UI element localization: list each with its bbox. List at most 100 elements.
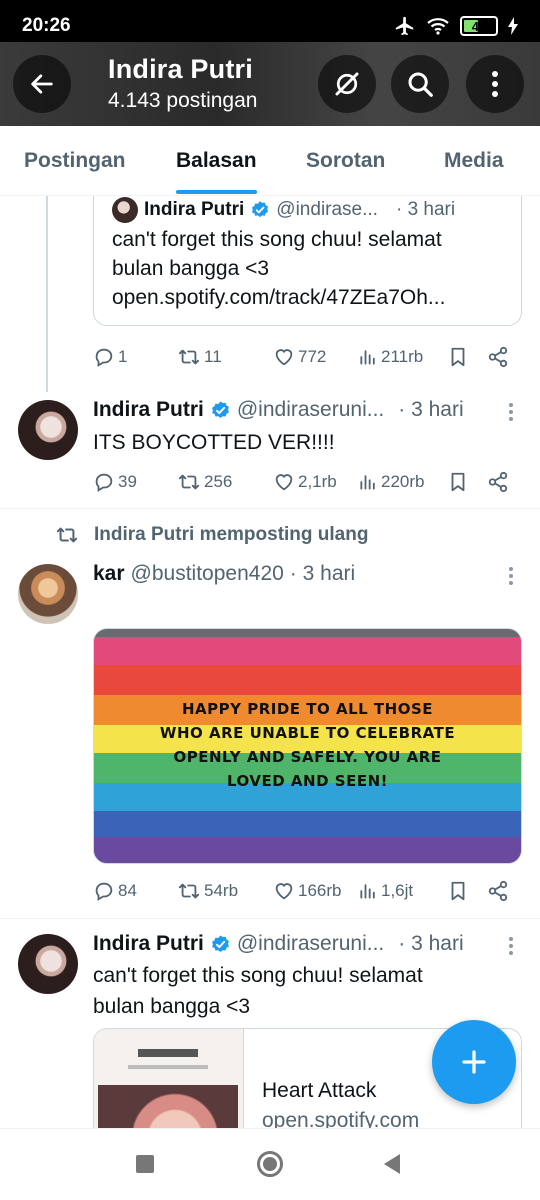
tweet-more-button[interactable] [508,936,514,956]
views-chart-icon [360,350,375,365]
tweet-image[interactable]: HAPPY PRIDE TO ALL THOSE WHO ARE UNABLE … [93,628,522,864]
heart-icon [275,349,293,366]
retweet-count: 11 [204,347,222,366]
tweet-text: can't forget this song chuu! selamat bul… [93,960,513,1022]
view-count: 211rb [381,347,424,366]
views-button[interactable]: 220rb [358,471,424,493]
text-line: can't forget this song chuu! selamat [112,228,442,251]
grok-button[interactable] [318,55,376,113]
views-button[interactable]: 1,6jt [358,880,413,902]
author-name: Indira Putri [144,199,245,220]
author-handle: @bustitopen420 [130,562,284,585]
tweet-header: Indira Putri @indiraseruni... · 3 hari [93,398,464,422]
avatar [112,197,138,223]
like-count: 2,1rb [298,472,337,491]
battery-level: 42 [471,18,487,34]
tab-label: Balasan [176,149,257,172]
flag-stripe [94,665,521,695]
post-count: 4.143 postingan [108,89,258,112]
reply-button[interactable]: 39 [93,471,137,493]
text-line: can't forget this song chuu! selamat [93,964,423,987]
tab-label: Postingan [24,149,126,172]
divider [0,918,540,919]
bookmark-button[interactable] [447,470,469,494]
author-handle: @indirase... [276,199,378,220]
verified-badge-icon [250,200,270,220]
bookmark-button[interactable] [447,345,469,369]
reply-button[interactable]: 1 [93,346,127,368]
like-button[interactable]: 166rb [273,880,341,902]
arrow-left-icon [31,74,53,94]
status-time: 20:26 [22,15,71,36]
replies-feed[interactable]: Indira Putri @indirase... · 3 hari can't… [0,196,540,1128]
bookmark-icon [451,881,465,901]
share-button[interactable] [487,880,509,902]
compose-button[interactable] [432,1020,516,1104]
home-button[interactable] [257,1151,283,1177]
heart-icon [275,883,293,900]
grok-icon [335,72,359,96]
retweet-context: Indira Putri memposting ulang [54,524,368,546]
image-caption: HAPPY PRIDE TO ALL THOSE WHO ARE UNABLE … [94,697,521,793]
more-vertical-icon [509,937,513,955]
views-button[interactable]: 211rb [358,346,423,368]
image-text-line: WHO ARE UNABLE TO CELEBRATE [159,724,456,742]
airplane-icon [395,16,414,36]
author-name[interactable]: Indira Putri [93,398,204,422]
quoted-tweet-card[interactable]: Indira Putri @indirase... · 3 hari can't… [93,196,522,326]
album-cover-text [128,1065,208,1069]
bookmark-icon [451,347,465,367]
view-count: 1,6jt [381,881,414,900]
avatar[interactable] [18,934,78,994]
quoted-tweet-text: can't forget this song chuu! selamat bul… [112,225,512,312]
retweet-context-label[interactable]: Indira Putri memposting ulang [94,524,368,546]
tab-sorotan[interactable]: Sorotan [306,126,385,196]
tweet-header: kar @bustitopen420 · 3 hari [93,562,355,586]
back-triangle-button[interactable] [382,1153,402,1175]
flag-stripe [94,811,521,837]
reply-button[interactable]: 84 [93,880,137,902]
retweet-icon [178,474,200,490]
author-name[interactable]: kar [93,562,125,586]
reply-count: 39 [118,472,137,491]
share-button[interactable] [487,471,509,493]
reply-icon [95,473,113,492]
author-handle: @indiraseruni... [236,932,385,955]
search-button[interactable] [391,55,449,113]
bookmark-button[interactable] [447,879,469,903]
tweet-more-button[interactable] [508,402,514,422]
tab-balasan[interactable]: Balasan [176,126,257,196]
retweet-icon [178,883,200,899]
quoted-link[interactable]: open.spotify.com/track/47ZEa7Oh... [112,283,512,312]
text-line: bulan bangga <3 [112,257,270,280]
link-title: Heart Attack [262,1079,377,1102]
retweet-button[interactable]: 54rb [177,880,238,902]
more-vertical-icon [492,71,498,97]
tweet-time: · 3 hari [289,562,356,585]
back-button[interactable] [13,55,71,113]
like-count: 772 [298,347,327,366]
tweet-actions: 39 256 2,1rb 220rb [93,469,513,495]
like-button[interactable]: 772 [273,346,326,368]
share-button[interactable] [487,346,509,368]
reply-icon [95,882,113,901]
retweet-count: 54rb [204,881,239,900]
tab-postingan[interactable]: Postingan [24,126,126,196]
avatar[interactable] [18,564,78,624]
recents-button[interactable] [136,1155,154,1173]
tweet-more-button[interactable] [508,566,514,586]
more-options-button[interactable] [466,55,524,113]
reply-count: 84 [118,881,137,900]
retweet-button[interactable]: 256 [177,471,232,493]
views-chart-icon [360,884,375,899]
heart-icon [275,474,293,491]
profile-name: Indira Putri [108,54,253,84]
avatar[interactable] [18,400,78,460]
author-name[interactable]: Indira Putri [93,932,204,956]
tab-media[interactable]: Media [444,126,504,196]
thread-connector [46,196,48,392]
verified-badge-icon [210,400,231,421]
retweet-icon [56,527,78,543]
retweet-button[interactable]: 11 [177,346,222,368]
like-button[interactable]: 2,1rb [273,471,337,493]
